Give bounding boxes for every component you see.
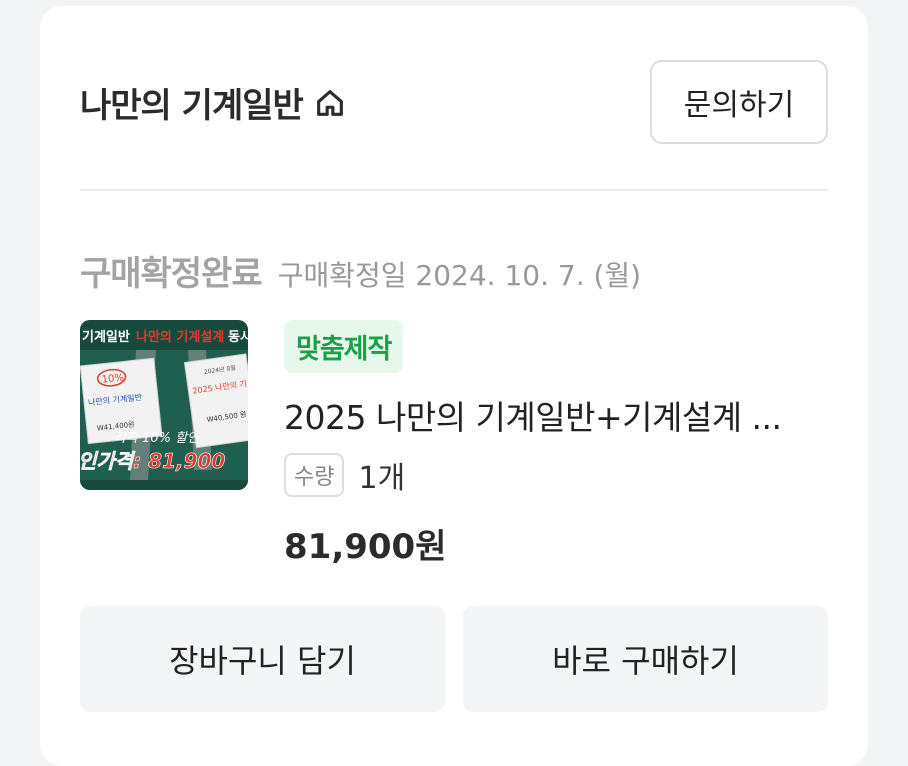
divider — [80, 189, 828, 191]
purchase-confirm-date: 구매확정일 2024. 10. 7. (월) — [277, 259, 642, 292]
product-info: 맞춤제작 2025 나만의 기계일반+기계설계 ... 수량 1개 81,900… — [284, 320, 828, 568]
quantity-value: 1개 — [358, 461, 406, 496]
thumb-discount-text: 각각 10% 할인 — [114, 431, 200, 446]
thumb-final-price: 인가격: 81,900 — [80, 449, 225, 473]
store-name: 나만의 기계일반 — [80, 86, 304, 126]
quantity-row: 수량 1개 — [284, 453, 828, 497]
order-status: 구매확정완료 구매확정일 2024. 10. 7. (월) — [80, 246, 641, 295]
add-to-cart-button[interactable]: 장바구니 담기 — [80, 606, 445, 712]
status-label: 구매확정완료 — [80, 254, 263, 294]
action-buttons: 장바구니 담기 바로 구매하기 — [80, 606, 828, 712]
order-card: 나만의 기계일반 문의하기 구매확정완료 구매확정일 2024. 10. 7. … — [40, 6, 868, 766]
product-title[interactable]: 2025 나만의 기계일반+기계설계 ... — [284, 391, 828, 439]
inquiry-button[interactable]: 문의하기 — [650, 60, 828, 144]
thumb-banner-3: 동시 구 — [228, 330, 248, 345]
home-icon — [316, 89, 343, 116]
thumb-doc-left-badge: 10% — [101, 372, 124, 385]
thumb-banner-2: 나만의 기계설계 — [136, 329, 224, 345]
product-price: 81,900원 — [284, 527, 447, 567]
quantity-label: 수량 — [284, 453, 345, 497]
custom-made-badge: 맞춤제작 — [284, 320, 404, 373]
product-thumbnail-image: 기계일반 나만의 기계설계 동시 구 10% 나만의 기계일반 W41,400원… — [80, 320, 248, 490]
store-header: 나만의 기계일반 문의하기 — [80, 58, 828, 148]
buy-now-button[interactable]: 바로 구매하기 — [463, 606, 828, 712]
product-thumbnail[interactable]: 기계일반 나만의 기계설계 동시 구 10% 나만의 기계일반 W41,400원… — [80, 320, 248, 490]
thumb-banner-1: 기계일반 — [82, 329, 130, 345]
store-name-link[interactable]: 나만의 기계일반 — [80, 78, 347, 127]
